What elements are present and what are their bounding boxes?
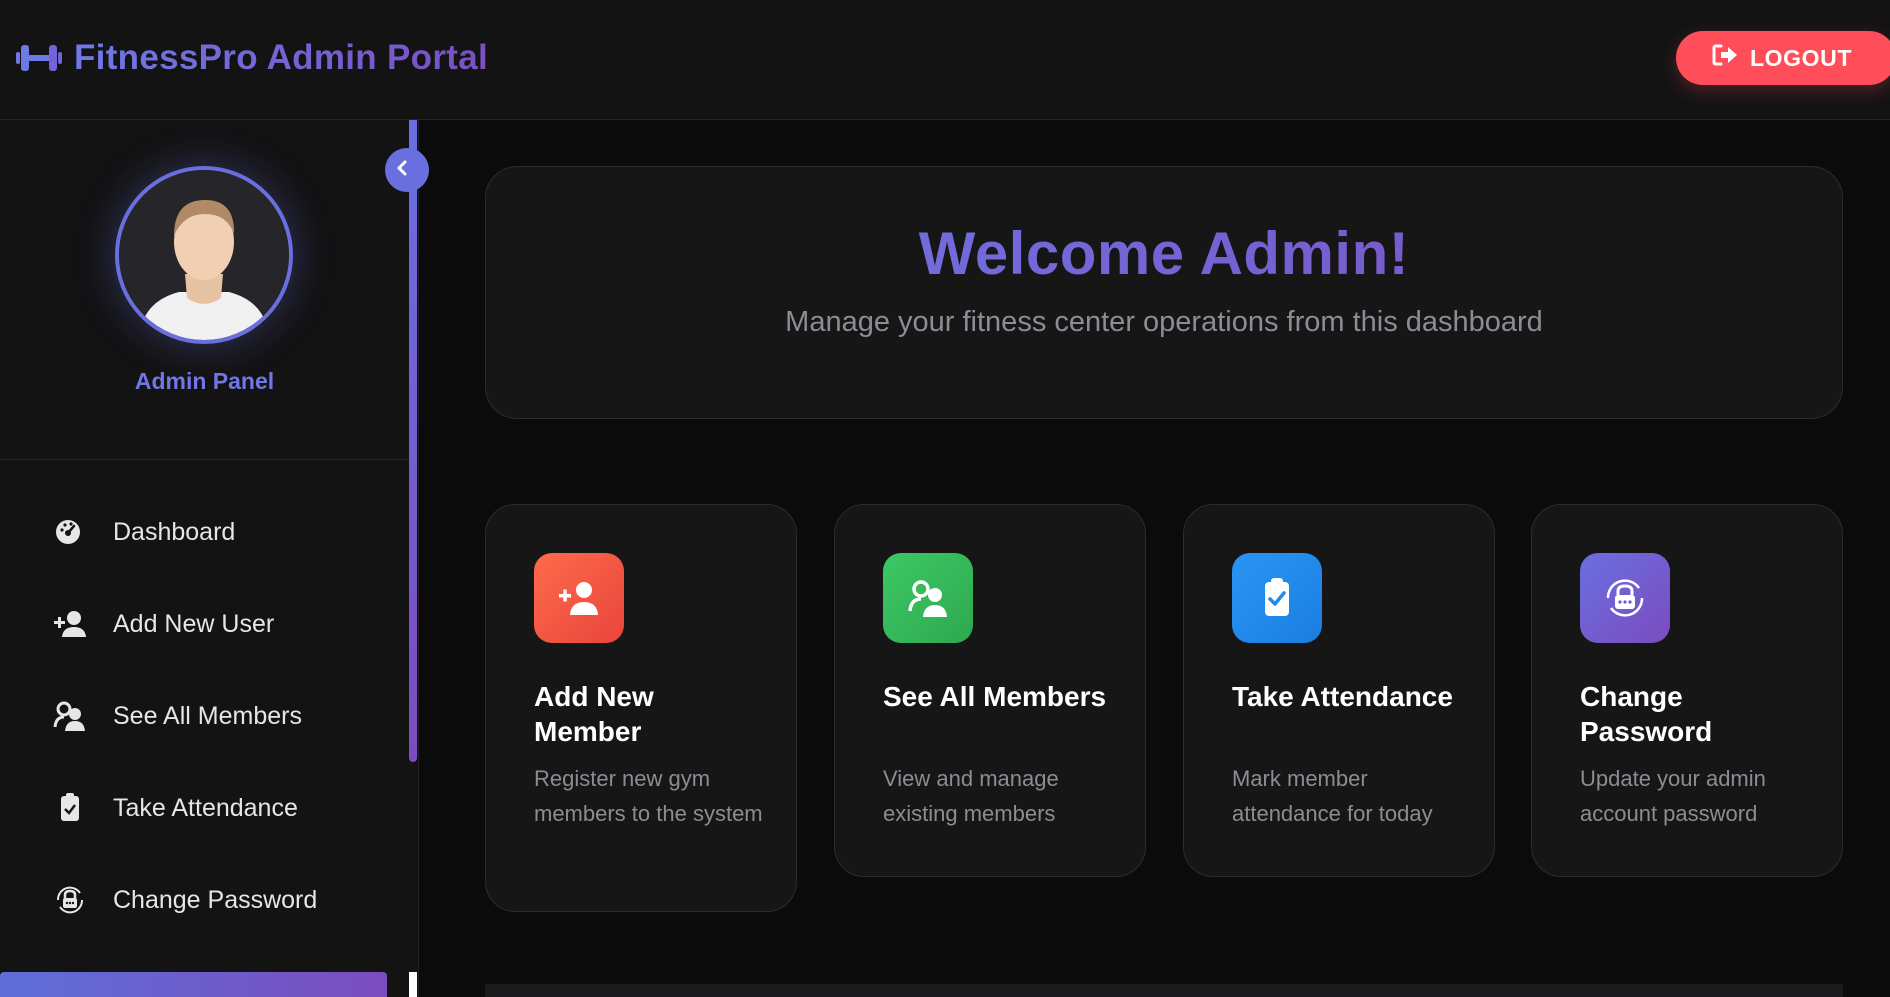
card-description: Register new gym members to the system [534, 766, 763, 826]
users-icon [883, 553, 973, 643]
card-change-password[interactable]: Change Password Update your admin accoun… [1531, 504, 1843, 877]
sidebar-item-change-password[interactable]: Change Password [0, 864, 409, 936]
sidebar-scrollbar[interactable] [409, 120, 417, 762]
clipboard-check-icon [50, 790, 90, 826]
admin-panel-label: Admin Panel [134, 368, 275, 394]
card-title: Change Password [1580, 681, 1713, 747]
users-icon [50, 698, 90, 734]
next-section-edge [485, 984, 1843, 997]
user-plus-icon [534, 553, 624, 643]
clipboard-check-icon [1232, 553, 1322, 643]
welcome-title: Welcome Admin! [486, 219, 1842, 288]
card-see-all-members[interactable]: See All Members View and manage existing… [834, 504, 1146, 877]
sidebar-item-dashboard[interactable]: Dashboard [0, 496, 409, 568]
logout-label: LOGOUT [1750, 44, 1852, 71]
card-title: Take Attendance [1232, 681, 1453, 712]
sidebar-item-label: Change Password [113, 885, 318, 914]
lock-rotate-icon [1580, 553, 1670, 643]
sidebar-item-label: Add New User [113, 609, 275, 638]
welcome-subtitle: Manage your fitness center operations fr… [785, 306, 1543, 338]
avatar [115, 166, 293, 344]
logout-button[interactable]: LOGOUT [1676, 31, 1890, 85]
welcome-card: Welcome Admin! Manage your fitness cente… [485, 166, 1843, 419]
sidebar: Admin Panel Dashboard Add New User See A… [0, 120, 429, 997]
sidebar-item-add-new-user[interactable]: Add New User [0, 588, 409, 660]
chevron-left-icon [395, 160, 409, 181]
top-header: FitnessPro Admin Portal LOGOUT [0, 0, 1890, 120]
card-title: See All Members [883, 681, 1107, 712]
sidebar-item-take-attendance[interactable]: Take Attendance [0, 772, 409, 844]
card-take-attendance[interactable]: Take Attendance Mark member attendance f… [1183, 504, 1495, 877]
brand[interactable]: FitnessPro Admin Portal [16, 34, 488, 82]
sign-out-icon [1712, 44, 1750, 72]
sidebar-collapse-button[interactable] [385, 148, 429, 192]
dumbbell-icon [16, 42, 62, 74]
lock-rotate-icon [50, 882, 90, 918]
card-title: Add New Member [534, 681, 654, 747]
card-description: View and manage existing members [883, 766, 1059, 826]
sidebar-item-label: Take Attendance [113, 793, 298, 822]
sidebar-item-label: See All Members [113, 701, 302, 730]
sidebar-bottom-tick [409, 972, 417, 997]
card-description: Mark member attendance for today [1232, 766, 1433, 826]
app-title: FitnessPro Admin Portal [74, 38, 488, 77]
dashboard-gauge-icon [50, 514, 90, 550]
card-add-new-member[interactable]: Add New Member Register new gym members … [485, 504, 797, 912]
card-description: Update your admin account password [1580, 766, 1766, 826]
sidebar-item-see-all-members[interactable]: See All Members [0, 680, 409, 752]
sidebar-bottom-bar [0, 972, 387, 997]
divider [0, 459, 409, 460]
user-plus-icon [50, 606, 90, 642]
sidebar-item-label: Dashboard [113, 517, 236, 546]
